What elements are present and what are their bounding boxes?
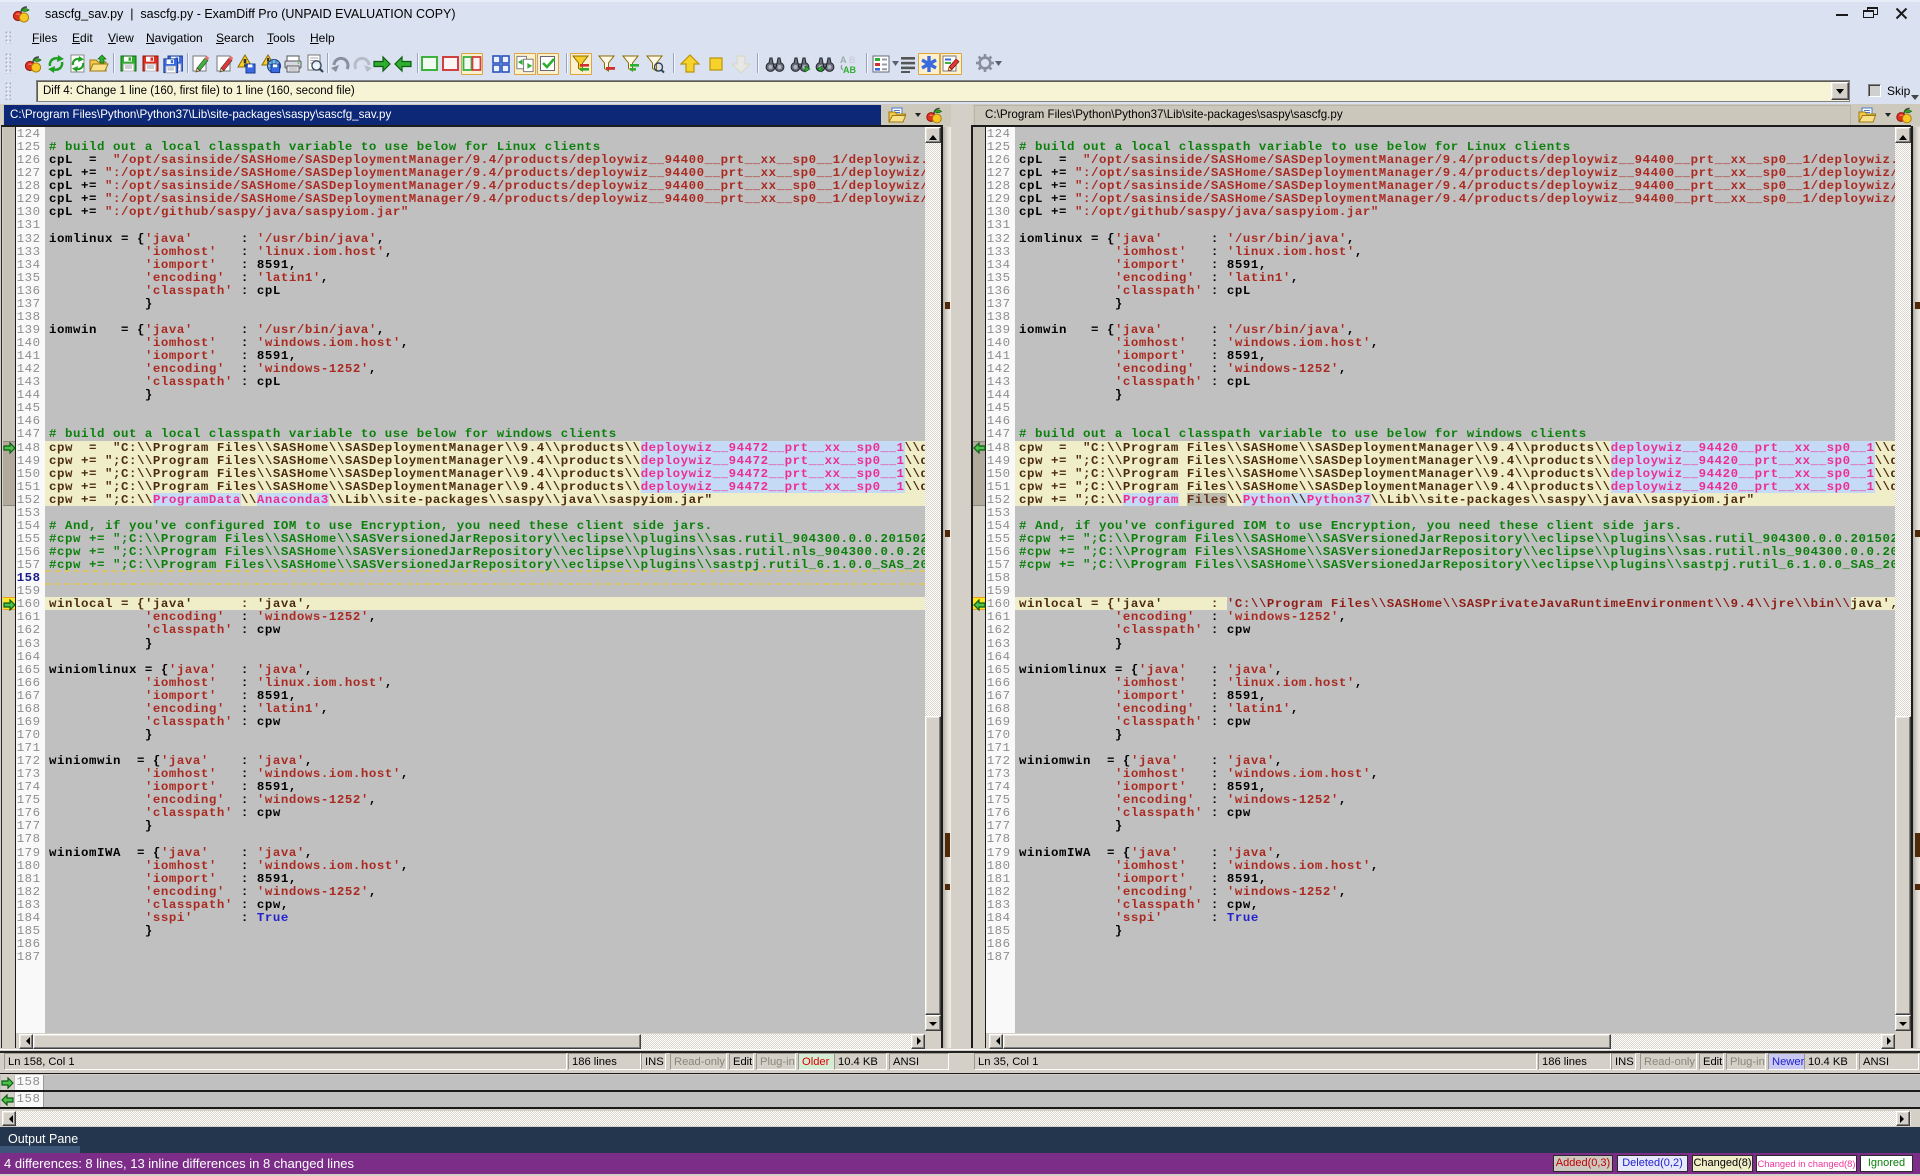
svg-text:B: B bbox=[849, 55, 856, 65]
svg-text:AB: AB bbox=[843, 65, 856, 74]
svg-text:A: A bbox=[840, 55, 847, 65]
